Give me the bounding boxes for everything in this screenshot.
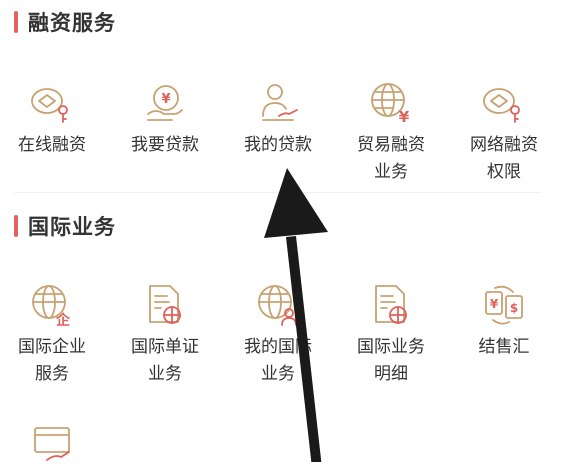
document-globe-icon bbox=[149, 285, 181, 324]
user-hand-icon bbox=[262, 84, 298, 121]
card-hand-icon bbox=[34, 427, 70, 461]
item-label-line1: 我的国际 bbox=[244, 337, 312, 357]
grid-item-apply-loan[interactable]: ¥ 我要贷款 bbox=[113, 80, 217, 159]
item-label: 在线融资 bbox=[18, 135, 86, 155]
grid-item-intl-business-details[interactable]: 国际业务 明细 bbox=[339, 282, 443, 388]
globe-enterprise-icon: 企 bbox=[32, 285, 71, 328]
section-accent-bar bbox=[14, 215, 18, 237]
item-label-line2: 业务 bbox=[148, 364, 182, 384]
yen-dollar-exchange-icon: ¥ $ bbox=[485, 285, 523, 325]
grid-item-online-financing[interactable]: 在线融资 bbox=[0, 80, 104, 159]
item-label: 我的贷款 bbox=[244, 135, 312, 155]
yen-glyph: ¥ bbox=[490, 297, 499, 311]
item-label-line2: 业务 bbox=[261, 364, 295, 384]
section-divider bbox=[14, 192, 541, 193]
item-label-line1: 国际企业 bbox=[18, 337, 86, 357]
coin-pin-icon bbox=[31, 88, 68, 123]
grid-item-fx-settlement[interactable]: ¥ $ 结售汇 bbox=[452, 282, 556, 361]
grid-item-network-financing-permission[interactable]: 网络融资 权限 bbox=[452, 80, 556, 186]
yen-glyph: ¥ bbox=[399, 108, 410, 126]
item-label-line2: 权限 bbox=[487, 162, 521, 182]
section-international: 国际业务 bbox=[14, 212, 116, 240]
item-label-line2: 业务 bbox=[374, 162, 408, 182]
item-label-line2: 服务 bbox=[35, 364, 69, 384]
item-label-line1: 国际单证 bbox=[131, 337, 199, 357]
globe-yen-icon: ¥ bbox=[371, 83, 410, 126]
grid-item-my-loans[interactable]: 我的贷款 bbox=[226, 80, 330, 159]
globe-user-icon bbox=[258, 285, 297, 326]
document-globe-icon bbox=[375, 285, 407, 324]
grid-item-trade-financing[interactable]: ¥ 贸易融资 业务 bbox=[339, 80, 443, 186]
yen-coin-icon: ¥ bbox=[147, 85, 183, 121]
section-title: 国际业务 bbox=[28, 215, 116, 239]
grid-item-intl-enterprise-service[interactable]: 企 国际企业 服务 bbox=[0, 282, 104, 388]
item-label: 结售汇 bbox=[478, 337, 530, 357]
item-label-line1: 网络融资 bbox=[470, 135, 538, 155]
section-accent-bar bbox=[14, 11, 18, 33]
enterprise-glyph: 企 bbox=[55, 312, 71, 328]
item-label: 我要贷款 bbox=[131, 135, 199, 155]
grid-item-partial[interactable] bbox=[0, 422, 104, 474]
section-financing: 融资服务 bbox=[14, 8, 116, 36]
grid-item-my-intl-business[interactable]: 我的国际 业务 bbox=[226, 282, 330, 388]
yen-glyph: ¥ bbox=[161, 92, 170, 107]
dollar-glyph: $ bbox=[510, 301, 518, 315]
item-label-line1: 国际业务 bbox=[357, 337, 425, 357]
item-label-line2: 明细 bbox=[374, 364, 408, 384]
item-label-line1: 贸易融资 bbox=[357, 135, 425, 155]
grid-item-intl-documents[interactable]: 国际单证 业务 bbox=[113, 282, 217, 388]
section-title: 融资服务 bbox=[28, 11, 116, 35]
coin-pin-icon bbox=[483, 88, 520, 123]
